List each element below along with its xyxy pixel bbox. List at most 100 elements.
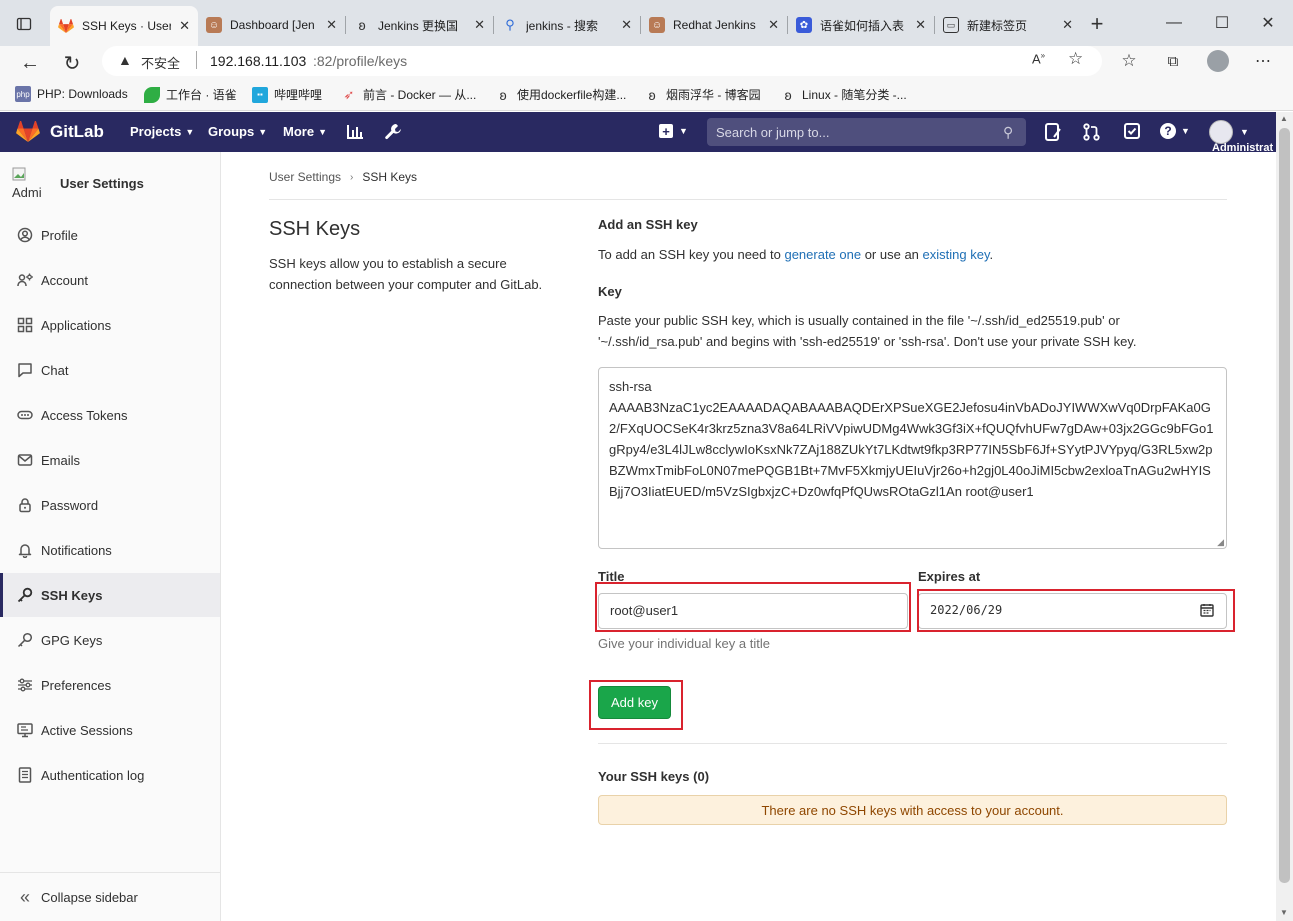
newtab-fav-icon: ▭ (943, 17, 959, 33)
sidebar-item-notifications[interactable]: Notifications (0, 528, 220, 572)
sidebar-item-authentication-log[interactable]: Authentication log (0, 753, 220, 797)
favorites-icon[interactable]: ☆ (1118, 50, 1140, 72)
refresh-icon[interactable]: ↻ (60, 51, 84, 75)
browser-tab-4[interactable]: ☺ Redhat Jenkins ✕ (641, 8, 787, 42)
browser-tab-2[interactable]: ʚ Jenkins 更换国 ✕ (346, 8, 493, 42)
bookmark-item[interactable]: 工作台 · 语雀 (144, 86, 237, 103)
new-item-dropdown[interactable]: + ▼ (659, 124, 688, 139)
bookmark-item[interactable]: ▪▪ 哔哩哔哩 (252, 86, 322, 103)
window-close-icon[interactable]: ✕ (1258, 13, 1278, 33)
bookmark-item[interactable]: php PHP: Downloads (15, 86, 128, 102)
sidebar-item-label: Password (41, 497, 99, 513)
sidebar-divider (0, 872, 220, 873)
preferences-icon (17, 677, 33, 693)
close-icon[interactable]: ✕ (326, 17, 337, 33)
add-favorite-icon[interactable]: ☆ (1068, 49, 1083, 69)
profile-avatar-icon[interactable] (1207, 50, 1229, 72)
bookmark-label: 烟雨浮华 - 博客园 (666, 88, 761, 102)
add-key-intro: To add an SSH key you need to generate o… (598, 247, 993, 262)
applications-icon (17, 317, 33, 333)
warning-icon[interactable]: ▲ (118, 52, 132, 68)
bookmark-item[interactable]: ʚ 烟雨浮华 - 博客园 (644, 86, 761, 103)
browser-tab-5[interactable]: ✿ 语雀如何插入表 ✕ (788, 8, 934, 42)
chevron-down-icon: ▼ (258, 126, 268, 137)
sidebar-item-applications[interactable]: Applications (0, 303, 220, 347)
nav-more[interactable]: More ▼ (283, 124, 327, 139)
generate-one-link[interactable]: generate one (784, 247, 861, 262)
scroll-up-icon[interactable]: ▲ (1280, 114, 1288, 123)
sidebar-item-label: Preferences (41, 677, 112, 693)
bookmark-item[interactable]: ʚ 使用dockerfile构建... (495, 86, 626, 103)
sidebar-item-gpg-keys[interactable]: GPG Keys (0, 618, 220, 662)
key-textarea[interactable]: ssh-rsa AAAAB3NzaC1yc2EAAAADAQABAAABAQDE… (598, 367, 1227, 549)
highlight-box (595, 582, 911, 632)
highlight-box (917, 589, 1235, 632)
nav-label: Groups (208, 124, 255, 139)
browser-tab-0[interactable]: SSH Keys · User ✕ (50, 6, 198, 46)
sidebar-item-password[interactable]: Password (0, 483, 220, 527)
sidebar-item-account[interactable]: Account (0, 258, 220, 302)
help-dropdown[interactable]: ? ▼ (1160, 123, 1190, 139)
breadcrumb-parent-link[interactable]: User Settings (269, 170, 341, 184)
sidebar-item-active-sessions[interactable]: Active Sessions (0, 708, 220, 752)
collections-icon[interactable]: ⧉ (1162, 50, 1184, 72)
more-menu-icon[interactable]: ⋯ (1252, 50, 1274, 72)
tab-title: Jenkins 更换国 (378, 18, 459, 33)
bookmark-item[interactable]: ➶ 前言 - Docker — 从... (341, 86, 477, 103)
bell-icon (17, 542, 33, 558)
new-tab-icon[interactable]: + (1086, 11, 1108, 36)
read-aloud-icon[interactable]: A» (1032, 51, 1045, 66)
browser-tab-1[interactable]: ☺ Dashboard [Jen ✕ (198, 8, 345, 42)
collapse-sidebar-button[interactable]: « Collapse sidebar (0, 875, 220, 919)
back-icon[interactable]: ← (18, 51, 42, 75)
nav-projects[interactable]: Projects ▼ (130, 124, 194, 139)
sidebar-item-access-tokens[interactable]: Access Tokens (0, 393, 220, 437)
close-icon[interactable]: ✕ (915, 17, 926, 33)
sidebar-item-label: Chat (41, 362, 69, 378)
tab-title: SSH Keys · User (82, 19, 172, 33)
search-input[interactable]: Search or jump to... (707, 118, 1026, 146)
close-icon[interactable]: ✕ (474, 17, 485, 33)
bookmark-label: PHP: Downloads (37, 87, 128, 101)
todos-icon[interactable] (1124, 123, 1140, 142)
scrollbar-thumb[interactable] (1279, 128, 1290, 883)
bookmark-item[interactable]: ʚ Linux - 随笔分类 -... (780, 86, 906, 103)
sidebar-item-label: GPG Keys (41, 632, 103, 648)
url-field[interactable]: ▲ 不安全 192.168.11.103 :82/profile/keys A»… (102, 46, 1102, 76)
sidebar-item-emails[interactable]: Emails (0, 438, 220, 482)
chevron-right-icon: › (350, 171, 354, 183)
rocket-icon: ➶ (343, 86, 355, 102)
activity-chart-icon[interactable] (346, 124, 364, 143)
maximize-icon[interactable]: ☐ (1212, 13, 1232, 33)
tab-title: Dashboard [Jen (230, 18, 315, 32)
resize-handle-icon[interactable]: ◢ (1217, 537, 1224, 548)
close-icon[interactable]: ✕ (179, 18, 190, 34)
nav-groups[interactable]: Groups ▼ (208, 124, 267, 139)
gitlab-logo[interactable]: GitLab (16, 121, 104, 143)
sidebar-item-profile[interactable]: Profile (0, 213, 220, 257)
jenkins-fav-icon: ☺ (206, 17, 222, 33)
minimize-icon[interactable]: — (1164, 13, 1184, 33)
collapse-sidebar-label: Collapse sidebar (41, 889, 138, 905)
bookmarks-bar: php PHP: Downloads 工作台 · 语雀 ▪▪ 哔哩哔哩 ➶ 前言 - … (0, 80, 1293, 111)
merge-requests-icon[interactable] (1083, 123, 1100, 144)
existing-key-link[interactable]: existing key (923, 247, 990, 262)
browser-tab-6[interactable]: ▭ 新建标签页 ✕ (935, 8, 1081, 42)
admin-wrench-icon[interactable] (384, 123, 402, 146)
breadcrumb-divider (269, 199, 1227, 200)
close-icon[interactable]: ✕ (621, 17, 632, 33)
page-title: SSH Keys (269, 218, 361, 240)
scroll-down-icon[interactable]: ▼ (1280, 908, 1288, 917)
issues-icon[interactable] (1045, 123, 1061, 144)
browser-tab-3[interactable]: ⚲ jenkins - 搜索 ✕ (494, 8, 640, 42)
close-icon[interactable]: ✕ (1062, 17, 1073, 33)
section-divider (598, 743, 1227, 744)
tab-actions-icon[interactable] (14, 14, 34, 34)
lock-icon (17, 497, 33, 513)
sidebar-item-ssh-keys[interactable]: SSH Keys (0, 573, 220, 617)
user-avatar[interactable] (1209, 120, 1233, 144)
sidebar-item-preferences[interactable]: Preferences (0, 663, 220, 707)
browser-tab-bar: SSH Keys · User ✕ ☺ Dashboard [Jen ✕ ʚ J… (0, 0, 1293, 46)
sidebar-item-chat[interactable]: Chat (0, 348, 220, 392)
close-icon[interactable]: ✕ (768, 17, 779, 33)
